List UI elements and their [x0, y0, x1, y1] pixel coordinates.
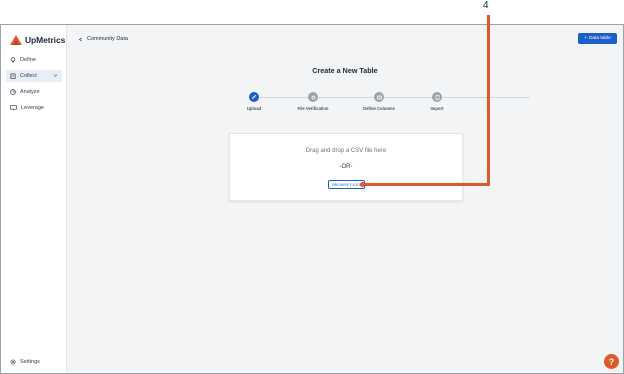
or-divider-text: -OR-: [339, 164, 353, 170]
breadcrumb[interactable]: Community Data: [78, 36, 128, 42]
callout-dot: [360, 182, 365, 187]
sidebar-item-collect[interactable]: Collect: [6, 70, 62, 82]
callout-line-vertical: [487, 15, 490, 186]
sidebar-item-define[interactable]: Define: [6, 54, 62, 66]
step-label: Import: [430, 106, 444, 111]
drag-drop-text: Drag and drop a CSV file here: [305, 148, 387, 154]
sidebar-item-leverage[interactable]: Leverage: [6, 102, 62, 114]
chevron-down-icon: [53, 74, 58, 78]
step-label: Upload: [246, 106, 262, 111]
upload-dropzone[interactable]: Drag and drop a CSV file here -OR- BROWS…: [229, 133, 463, 201]
breadcrumb-label[interactable]: Community Data: [87, 36, 128, 42]
step-label: File Verification: [297, 106, 329, 111]
brand-logo: UpMetrics: [10, 35, 65, 45]
step-label: Define Columns: [363, 106, 395, 111]
columns-icon: [376, 95, 382, 99]
sidebar-item-label: Collect: [20, 73, 37, 79]
step-file-verification: File Verification: [283, 92, 343, 111]
sidebar-item-settings[interactable]: Settings: [6, 356, 62, 368]
sidebar-item-analyze[interactable]: Analyze: [6, 86, 62, 98]
step-import: Import: [407, 92, 467, 111]
pencil-icon: [251, 94, 257, 100]
upmetrics-logo-icon: [10, 35, 22, 45]
presentation-icon: [10, 105, 17, 111]
sidebar: UpMetrics Define Collect Analyze Leverag…: [1, 25, 67, 373]
chart-pie-icon: [10, 89, 16, 95]
step-define-columns: Define Columns: [349, 92, 409, 111]
add-data-table-button[interactable]: + Data table: [578, 33, 617, 44]
step-circle: [432, 92, 442, 102]
chevron-left-icon[interactable]: [78, 37, 83, 42]
add-button-label: Data table: [588, 36, 611, 41]
callout-line-horizontal: [365, 183, 490, 186]
sidebar-item-label: Leverage: [21, 105, 44, 111]
plus-icon: +: [584, 36, 587, 41]
help-button[interactable]: ?: [604, 354, 619, 369]
lightbulb-icon: [10, 57, 16, 63]
sidebar-item-label: Define: [20, 57, 36, 63]
step-upload: Upload: [224, 92, 284, 111]
step-circle: [374, 92, 384, 102]
clipboard-icon: [10, 73, 16, 79]
step-circle: [308, 92, 318, 102]
main-content: Community Data + Data table Create a New…: [67, 25, 623, 373]
verify-icon: [311, 95, 315, 99]
callout-number: 4: [483, 0, 489, 11]
page-title: Create a New Table: [312, 66, 378, 75]
app-window: UpMetrics Define Collect Analyze Leverag…: [0, 24, 624, 374]
step-circle: [249, 92, 259, 102]
import-icon: [435, 94, 439, 100]
sidebar-item-label: Analyze: [20, 89, 40, 95]
brand-name: UpMetrics: [25, 35, 66, 45]
gear-icon: [10, 359, 16, 365]
settings-label: Settings: [20, 359, 40, 365]
